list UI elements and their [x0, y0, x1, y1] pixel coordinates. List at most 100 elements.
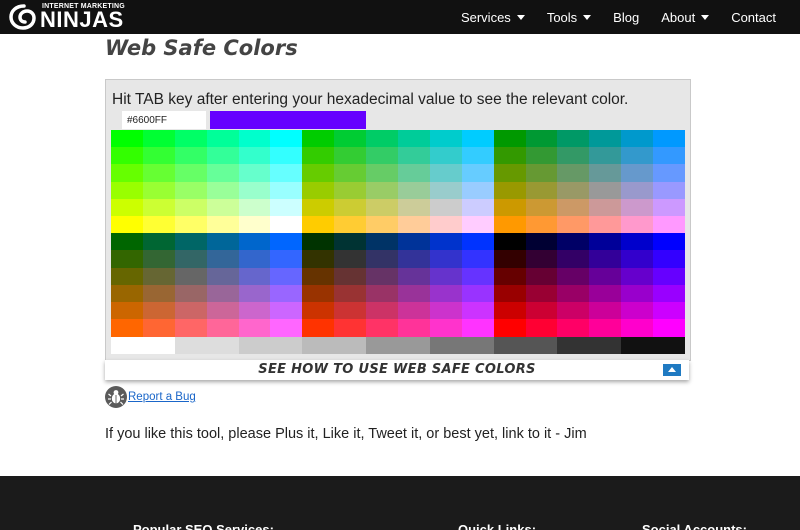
- color-swatch[interactable]: [366, 233, 399, 251]
- color-swatch[interactable]: [653, 181, 686, 200]
- color-swatch[interactable]: [493, 284, 527, 303]
- color-swatch[interactable]: [366, 250, 399, 269]
- color-swatch[interactable]: [398, 302, 431, 320]
- color-swatch[interactable]: [557, 147, 590, 165]
- color-swatch[interactable]: [621, 267, 654, 286]
- color-swatch[interactable]: [653, 302, 686, 320]
- color-swatch[interactable]: [142, 198, 176, 217]
- color-swatch[interactable]: [270, 250, 303, 269]
- color-swatch[interactable]: [111, 337, 176, 355]
- color-swatch[interactable]: [525, 267, 558, 286]
- color-swatch[interactable]: [653, 319, 686, 337]
- color-swatch[interactable]: [334, 198, 367, 217]
- color-swatch[interactable]: [589, 267, 622, 286]
- color-swatch[interactable]: [206, 302, 240, 320]
- color-swatch[interactable]: [270, 216, 303, 234]
- color-swatch[interactable]: [334, 181, 367, 200]
- color-swatch[interactable]: [111, 250, 144, 269]
- nav-contact[interactable]: Contact: [731, 10, 776, 25]
- color-swatch[interactable]: [334, 164, 367, 183]
- nav-services[interactable]: Services: [461, 10, 525, 25]
- color-swatch[interactable]: [557, 319, 590, 337]
- color-swatch[interactable]: [398, 130, 431, 148]
- report-bug-label[interactable]: Report a Bug: [128, 391, 196, 403]
- color-swatch[interactable]: [206, 181, 240, 200]
- color-swatch[interactable]: [206, 164, 240, 183]
- color-swatch[interactable]: [493, 130, 527, 148]
- color-swatch[interactable]: [398, 181, 431, 200]
- color-swatch[interactable]: [334, 147, 367, 165]
- color-swatch[interactable]: [621, 302, 654, 320]
- color-swatch[interactable]: [525, 130, 558, 148]
- color-swatch[interactable]: [429, 337, 495, 355]
- color-swatch[interactable]: [111, 319, 144, 337]
- color-swatch[interactable]: [270, 181, 303, 200]
- color-swatch[interactable]: [493, 267, 527, 286]
- color-swatch[interactable]: [525, 216, 558, 234]
- color-swatch[interactable]: [398, 164, 431, 183]
- color-swatch[interactable]: [589, 284, 622, 303]
- color-swatch[interactable]: [270, 130, 303, 148]
- color-swatch[interactable]: [174, 267, 208, 286]
- color-swatch[interactable]: [206, 147, 240, 165]
- color-swatch[interactable]: [398, 198, 431, 217]
- color-swatch[interactable]: [461, 250, 495, 269]
- color-swatch[interactable]: [238, 130, 271, 148]
- color-swatch[interactable]: [557, 250, 590, 269]
- color-swatch[interactable]: [621, 164, 654, 183]
- color-swatch[interactable]: [238, 302, 271, 320]
- color-swatch[interactable]: [111, 164, 144, 183]
- color-swatch[interactable]: [206, 130, 240, 148]
- color-swatch[interactable]: [302, 233, 335, 251]
- color-swatch[interactable]: [302, 250, 335, 269]
- color-swatch[interactable]: [111, 302, 144, 320]
- color-swatch[interactable]: [302, 302, 335, 320]
- color-swatch[interactable]: [238, 337, 303, 355]
- color-swatch[interactable]: [461, 267, 495, 286]
- color-swatch[interactable]: [366, 216, 399, 234]
- color-swatch[interactable]: [653, 233, 686, 251]
- color-swatch[interactable]: [142, 164, 176, 183]
- color-swatch[interactable]: [206, 250, 240, 269]
- color-swatch[interactable]: [557, 267, 590, 286]
- color-swatch[interactable]: [461, 233, 495, 251]
- color-swatch[interactable]: [557, 284, 590, 303]
- color-swatch[interactable]: [493, 337, 558, 355]
- color-swatch[interactable]: [302, 284, 335, 303]
- hex-value-input[interactable]: [122, 111, 206, 129]
- color-swatch[interactable]: [238, 284, 271, 303]
- color-swatch[interactable]: [270, 284, 303, 303]
- color-swatch[interactable]: [174, 216, 208, 234]
- report-bug-link[interactable]: Report a Bug: [105, 385, 196, 409]
- color-swatch[interactable]: [493, 216, 527, 234]
- color-swatch[interactable]: [525, 250, 558, 269]
- color-swatch[interactable]: [621, 147, 654, 165]
- color-swatch[interactable]: [238, 147, 271, 165]
- color-swatch[interactable]: [111, 284, 144, 303]
- color-swatch[interactable]: [302, 337, 367, 355]
- color-swatch[interactable]: [270, 302, 303, 320]
- color-swatch[interactable]: [238, 198, 271, 217]
- color-swatch[interactable]: [142, 130, 176, 148]
- color-swatch[interactable]: [206, 198, 240, 217]
- color-swatch[interactable]: [142, 319, 176, 337]
- color-swatch[interactable]: [461, 147, 495, 165]
- color-swatch[interactable]: [653, 130, 686, 148]
- color-swatch[interactable]: [366, 337, 431, 355]
- color-swatch[interactable]: [111, 181, 144, 200]
- color-swatch[interactable]: [589, 233, 622, 251]
- color-swatch[interactable]: [589, 250, 622, 269]
- color-swatch[interactable]: [621, 284, 654, 303]
- color-swatch[interactable]: [174, 147, 208, 165]
- color-swatch[interactable]: [653, 147, 686, 165]
- color-swatch[interactable]: [653, 198, 686, 217]
- color-swatch[interactable]: [111, 198, 144, 217]
- color-swatch[interactable]: [174, 164, 208, 183]
- color-swatch[interactable]: [302, 147, 335, 165]
- site-logo[interactable]: INTERNET MARKETING NINJAS: [8, 2, 128, 32]
- color-swatch[interactable]: [429, 302, 463, 320]
- color-swatch[interactable]: [142, 302, 176, 320]
- color-swatch[interactable]: [366, 130, 399, 148]
- nav-about[interactable]: About: [661, 10, 710, 25]
- color-swatch[interactable]: [557, 337, 622, 355]
